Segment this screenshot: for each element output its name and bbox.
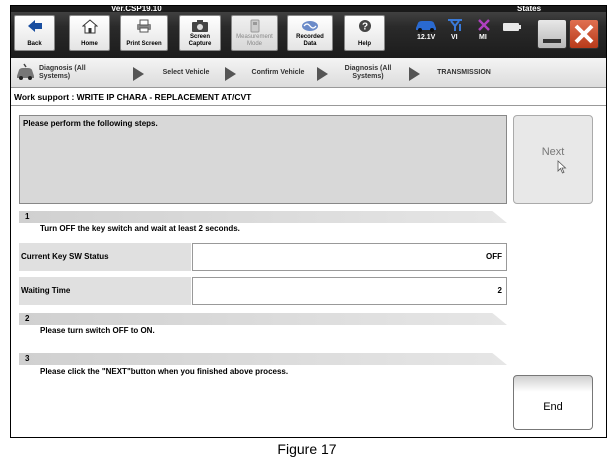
back-label: Back (27, 41, 42, 47)
print-screen-button[interactable]: Print Screen (120, 15, 168, 51)
recorded-data-button[interactable]: Recorded Data (287, 15, 333, 51)
printer-icon (137, 19, 151, 33)
waiting-time-label: Waiting Time (19, 277, 191, 305)
crumb-diagnosis-all-systems-2[interactable]: Diagnosis (All Systems) (333, 65, 403, 81)
vi-signal-icon (448, 19, 462, 31)
current-key-sw-status-label: Current Key SW Status (19, 243, 191, 271)
home-icon (81, 19, 98, 34)
help-label: Help (357, 41, 371, 47)
version-label: Ver.CSP19.10 (111, 5, 162, 13)
step-bar (19, 313, 507, 325)
back-button[interactable]: Back (14, 15, 55, 51)
screen-capture-label: Screen Capture (188, 34, 212, 47)
measurement-icon (250, 19, 259, 33)
waiting-time-row: Waiting Time 2 (19, 277, 507, 305)
mouse-cursor-icon (557, 160, 567, 174)
mi-label: MI (479, 34, 487, 41)
step-1-header: 1 (19, 211, 507, 223)
close-button[interactable] (569, 19, 599, 49)
home-button[interactable]: Home (69, 15, 110, 51)
step-3-header: 3 (19, 353, 507, 365)
crumb-diagnosis-all-systems[interactable]: Diagnosis (All Systems) (39, 65, 109, 81)
crumb-select-vehicle[interactable]: Select Vehicle (149, 69, 223, 77)
crumb-confirm-vehicle[interactable]: Confirm Vehicle (240, 69, 316, 77)
step-number: 3 (25, 354, 30, 363)
screen-capture-button[interactable]: Screen Capture (179, 15, 221, 51)
breadcrumb: Diagnosis (All Systems) Select Vehicle C… (11, 58, 606, 88)
car-battery-icon (416, 21, 436, 32)
help-button[interactable]: ? Help (344, 15, 385, 51)
crumb-arrow-icon (133, 67, 144, 81)
step-number: 2 (25, 314, 30, 323)
close-icon (574, 24, 594, 44)
home-label: Home (81, 41, 98, 47)
mi-disconnected-icon (478, 19, 490, 31)
end-button[interactable]: End (513, 375, 593, 430)
waiting-time-value: 2 (192, 277, 507, 305)
crumb-arrow-icon (409, 67, 420, 81)
vi-label: VI (451, 34, 458, 41)
help-icon: ? (358, 20, 371, 33)
states-label: States (517, 5, 542, 13)
diagnosis-car-icon (17, 63, 34, 80)
battery-voltage: 12.1V (417, 34, 436, 41)
crumb-transmission[interactable]: TRANSMISSION (425, 69, 503, 77)
minimize-button[interactable] (537, 19, 567, 49)
figure-caption: Figure 17 (277, 441, 337, 457)
back-arrow-icon (27, 20, 42, 32)
minimize-icon (543, 39, 561, 43)
next-label: Next (541, 145, 565, 158)
svg-text:?: ? (361, 22, 367, 33)
crumb-arrow-icon (317, 67, 328, 81)
current-key-sw-status-row: Current Key SW Status OFF (19, 243, 507, 271)
crumb-arrow-icon (225, 67, 236, 81)
step-bar (19, 211, 507, 223)
recorded-data-icon (302, 21, 318, 31)
step-1-text: Turn OFF the key switch and wait at leas… (40, 224, 240, 233)
next-button[interactable]: Next (513, 115, 593, 204)
step-2-header: 2 (19, 313, 507, 325)
instruction-panel: Please perform the following steps. (19, 115, 507, 204)
toolbar: Ver.CSP19.10 States Back Home Print Scre… (11, 6, 606, 58)
camera-icon (192, 20, 208, 32)
step-number: 1 (25, 212, 30, 221)
battery-icon (503, 23, 521, 31)
measurement-mode-label: Measurement Mode (236, 34, 273, 47)
measurement-mode-button[interactable]: Measurement Mode (231, 15, 278, 51)
recorded-data-label: Recorded Data (296, 34, 324, 47)
consult-window: Ver.CSP19.10 States Back Home Print Scre… (10, 5, 607, 438)
step-2-text: Please turn switch OFF to ON. (40, 326, 155, 335)
step-3-text: Please click the "NEXT"button when you f… (40, 367, 289, 376)
step-bar (19, 353, 507, 365)
page-title: Work support : WRITE IP CHARA - REPLACEM… (11, 89, 606, 106)
current-key-sw-status-value: OFF (192, 243, 507, 271)
print-screen-label: Print Screen (126, 41, 162, 47)
